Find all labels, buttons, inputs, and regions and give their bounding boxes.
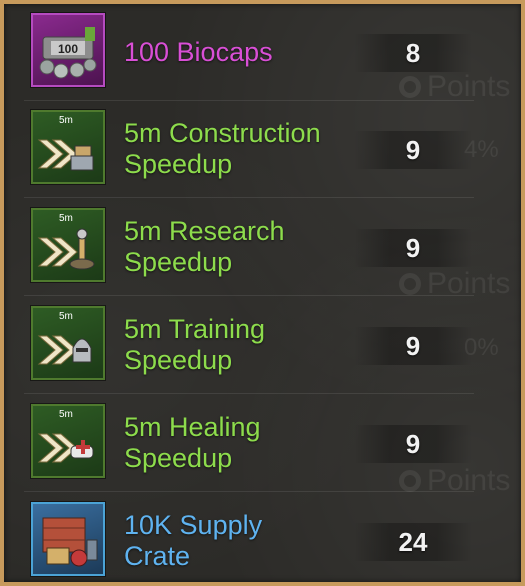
reward-label: 5m Training Speedup bbox=[124, 314, 266, 375]
reward-quantity: 9 bbox=[354, 327, 472, 365]
reward-label: 5m Research Speedup bbox=[124, 216, 285, 277]
training-speedup-icon: 5m bbox=[31, 306, 105, 380]
svg-text:100: 100 bbox=[58, 42, 78, 56]
healing-speedup-icon: 5m bbox=[31, 404, 105, 478]
reward-row-research-speedup[interactable]: 5m 5m Research Speedup 9 bbox=[24, 199, 474, 296]
reward-label: 10K Supply Crate bbox=[124, 510, 263, 571]
reward-label: 100 Biocaps bbox=[124, 36, 273, 67]
biocaps-icon: 100 bbox=[31, 13, 105, 87]
reward-quantity: 24 bbox=[354, 523, 472, 561]
reward-quantity: 9 bbox=[354, 131, 472, 169]
reward-quantity: 9 bbox=[354, 229, 472, 267]
reward-row-healing-speedup[interactable]: 5m 5m Healing Speedup 9 bbox=[24, 395, 474, 492]
reward-label: 5m Healing Speedup bbox=[124, 412, 261, 473]
reward-row-construction-speedup[interactable]: 5m 5m Construction Speedup 9 bbox=[24, 101, 474, 198]
reward-quantity: 8 bbox=[354, 34, 472, 72]
reward-label: 5m Construction Speedup bbox=[124, 118, 321, 179]
reward-row-supply-crate[interactable]: 10K Supply Crate 24 bbox=[24, 493, 474, 582]
construction-speedup-icon: 5m bbox=[31, 110, 105, 184]
research-speedup-icon: 5m bbox=[31, 208, 105, 282]
reward-quantity: 9 bbox=[354, 425, 472, 463]
reward-row-biocaps[interactable]: 100 100 Biocaps 8 bbox=[24, 4, 474, 101]
reward-list-panel: Points 4% Points 0% Points 100 100 Bioca… bbox=[4, 4, 521, 582]
supply-crate-icon bbox=[31, 502, 105, 576]
reward-row-training-speedup[interactable]: 5m 5m Training Speedup 9 bbox=[24, 297, 474, 394]
